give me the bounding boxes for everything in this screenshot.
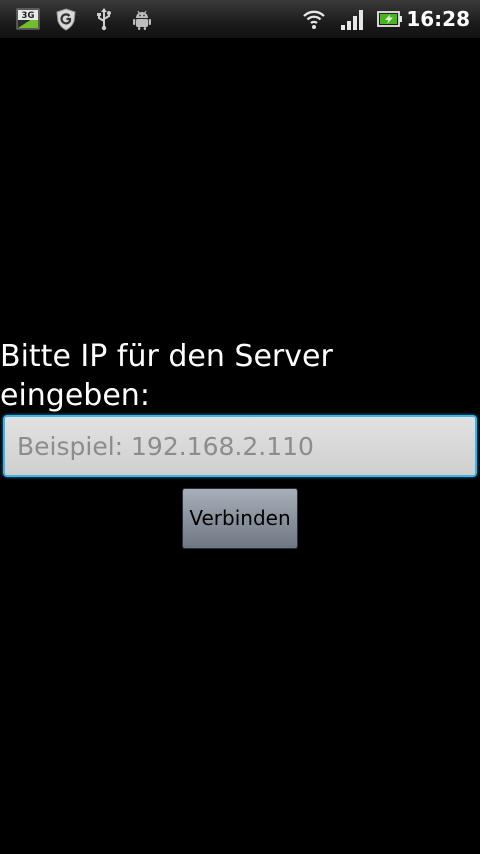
- android-debug-icon: [130, 7, 154, 31]
- battery-charging-icon: [377, 7, 402, 31]
- status-bar: 3G 16:28: [0, 0, 480, 38]
- wifi-icon: [302, 7, 326, 31]
- g-app-icon: [54, 7, 78, 31]
- signal-strength-icon: [340, 7, 364, 31]
- usb-icon: [92, 7, 116, 31]
- connect-button[interactable]: Verbinden: [182, 488, 298, 549]
- clock: 16:28: [406, 7, 470, 31]
- ip-address-input[interactable]: [3, 415, 477, 477]
- ip-prompt-label: Bitte IP für den Server eingeben:: [0, 339, 333, 413]
- network-badge-text: 3G: [22, 11, 35, 21]
- 3g-data-icon: 3G: [16, 7, 40, 31]
